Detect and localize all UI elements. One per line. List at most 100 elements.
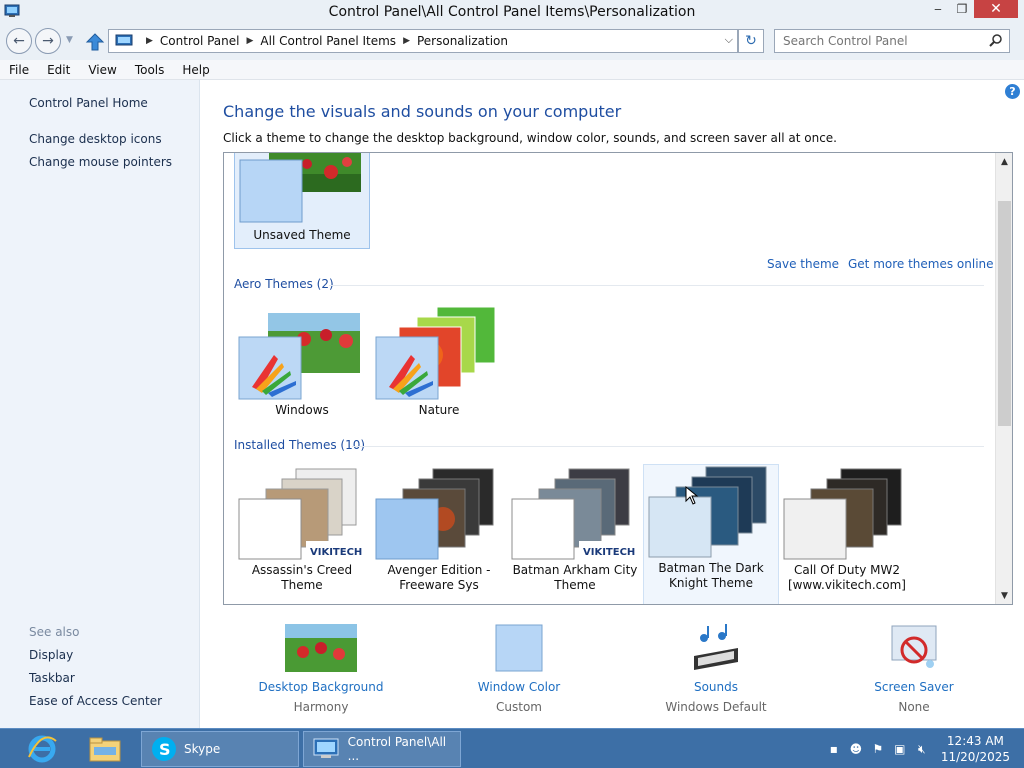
theme-batman-dark-knight[interactable]: Batman The Dark Knight Theme (643, 464, 779, 604)
skype-taskbar-button[interactable]: S Skype (141, 731, 299, 767)
window-color-link[interactable]: Window Color (439, 680, 599, 694)
theme-preview-image: VIKITECH (511, 468, 639, 560)
screen-saver-icon (891, 625, 937, 668)
scroll-down-icon[interactable]: ▼ (996, 587, 1012, 604)
file-explorer-button[interactable] (88, 731, 128, 767)
volume-muted-icon[interactable]: 🔇︎ (911, 741, 933, 757)
theme-label: Freeware Sys (399, 578, 479, 592)
address-field[interactable]: ▶ Control Panel ▶ All Control Panel Item… (108, 29, 738, 53)
minimize-button[interactable]: ‒ (926, 0, 950, 18)
refresh-button[interactable]: ↻ (738, 29, 764, 53)
sounds-link[interactable]: Sounds (636, 680, 796, 694)
menu-file[interactable]: File (0, 63, 38, 77)
change-desktop-icons-link[interactable]: Change desktop icons (29, 132, 162, 146)
chevron-right-icon[interactable]: ▶ (247, 36, 254, 46)
scroll-up-icon[interactable]: ▲ (996, 153, 1012, 170)
theme-call-of-duty-mw2[interactable]: Call Of Duty MW2 [www.vikitech.com] (779, 467, 915, 604)
page-title: Change the visuals and sounds on your co… (223, 102, 622, 121)
menu-help[interactable]: Help (173, 63, 218, 77)
recent-pages-dropdown[interactable]: ▼ (66, 35, 73, 45)
breadcrumb: ▶ Control Panel ▶ All Control Panel Item… (139, 34, 508, 48)
theme-avenger-edition[interactable]: Avenger Edition - Freeware Sys (371, 467, 507, 604)
theme-preview-image (238, 313, 360, 400)
desktop-background-link[interactable]: Desktop Background (241, 680, 401, 694)
get-more-themes-link[interactable]: Get more themes online (848, 257, 994, 271)
close-button[interactable]: ✕ (974, 0, 1018, 18)
desktop-background-item[interactable]: Desktop Background Harmony (241, 624, 401, 714)
clock[interactable]: 12:43 AM 11/20/2025 (941, 733, 1010, 765)
help-icon[interactable]: ? (1005, 84, 1020, 99)
theme-assassins-creed[interactable]: VIKITECH Assassin's Creed Theme (234, 467, 370, 604)
section-divider (329, 285, 984, 286)
user-icon[interactable]: ☻ (845, 741, 867, 757)
screen-saver-item[interactable]: Screen Saver None (834, 624, 994, 714)
aero-themes-heading: Aero Themes (2) (234, 277, 334, 291)
window-title: Control Panel\All Control Panel Items\Pe… (328, 4, 696, 20)
arrow-right-icon: → (42, 33, 54, 49)
window-color-value: Custom (496, 700, 542, 714)
search-box[interactable] (774, 29, 1010, 53)
skype-label: Skype (184, 742, 221, 756)
chevron-right-icon[interactable]: ▶ (403, 36, 410, 46)
control-panel-icon (115, 34, 133, 46)
watermark-text: VIKITECH (583, 547, 635, 558)
taskbar-link[interactable]: Taskbar (29, 671, 75, 685)
themes-scrollbar[interactable]: ▲ ▼ (995, 153, 1012, 604)
internet-explorer-button[interactable] (26, 731, 66, 767)
sounds-value: Windows Default (665, 700, 767, 714)
theme-label: Unsaved Theme (253, 228, 351, 242)
theme-unsaved[interactable]: Unsaved Theme (234, 153, 370, 249)
search-icon[interactable] (989, 33, 1003, 47)
theme-batman-arkham-city[interactable]: VIKITECH Batman Arkham City Theme (507, 467, 643, 604)
theme-label: Avenger Edition - (387, 563, 491, 577)
control-panel-home-link[interactable]: Control Panel Home (29, 96, 148, 110)
breadcrumb-all-items[interactable]: All Control Panel Items (260, 34, 396, 48)
menu-tools[interactable]: Tools (126, 63, 174, 77)
up-arrow-icon[interactable] (84, 31, 106, 53)
back-button[interactable]: ← (6, 28, 32, 54)
theme-label: Nature (418, 403, 460, 417)
theme-nature[interactable]: Nature (371, 306, 507, 427)
sounds-item[interactable]: Sounds Windows Default (636, 624, 796, 714)
ease-of-access-link[interactable]: Ease of Access Center (29, 694, 162, 708)
forward-button[interactable]: → (35, 28, 61, 54)
control-panel-taskbar-button[interactable]: Control Panel\All ... (303, 731, 461, 767)
window-color-item[interactable]: Window Color Custom (439, 624, 599, 714)
display-link[interactable]: Display (29, 648, 73, 662)
window-color-icon (495, 624, 543, 672)
search-input[interactable] (775, 30, 975, 52)
theme-preview-image (375, 306, 496, 400)
menu-view[interactable]: View (79, 63, 125, 77)
theme-preview-image (375, 468, 494, 560)
clock-date: 11/20/2025 (940, 750, 1010, 764)
save-theme-link[interactable]: Save theme (767, 257, 839, 271)
control-panel-icon (313, 738, 339, 758)
theme-preview-image: VIKITECH (238, 468, 366, 560)
system-tray: ▪ ☻ ⚑ ▣ 🔇︎ 12:43 AM 11/20/2025 (823, 729, 1024, 768)
restore-button[interactable]: ❐ (950, 0, 974, 18)
section-divider (352, 446, 984, 447)
menu-bar: File Edit View Tools Help (0, 60, 1024, 80)
menu-edit[interactable]: Edit (38, 63, 79, 77)
refresh-icon: ↻ (745, 33, 757, 49)
theme-windows[interactable]: Windows (234, 307, 370, 427)
see-also-heading: See also (29, 625, 80, 639)
change-mouse-pointers-link[interactable]: Change mouse pointers (29, 155, 172, 169)
control-panel-icon (4, 4, 20, 17)
breadcrumb-personalization[interactable]: Personalization (417, 34, 508, 48)
screen-saver-link[interactable]: Screen Saver (834, 680, 994, 694)
network-icon[interactable]: ▣ (889, 741, 911, 757)
control-panel-label: Control Panel\All ... (347, 735, 447, 763)
desktop-background-value: Harmony (293, 700, 349, 714)
theme-label: Batman Arkham City (512, 563, 638, 577)
themes-list[interactable]: Unsaved Theme Save theme Get more themes… (223, 152, 1013, 605)
theme-label: [www.vikitech.com] (788, 578, 906, 592)
theme-label: Theme (281, 578, 323, 592)
chevron-down-icon[interactable]: ⌵ (725, 33, 733, 47)
desktop-background-icon (285, 624, 357, 672)
scrollbar-thumb[interactable] (998, 201, 1011, 426)
notification-icon[interactable]: ▪ (823, 741, 845, 757)
theme-label: Assassin's Creed (251, 563, 353, 577)
flag-icon[interactable]: ⚑ (867, 741, 889, 757)
breadcrumb-control-panel[interactable]: Control Panel (160, 34, 240, 48)
